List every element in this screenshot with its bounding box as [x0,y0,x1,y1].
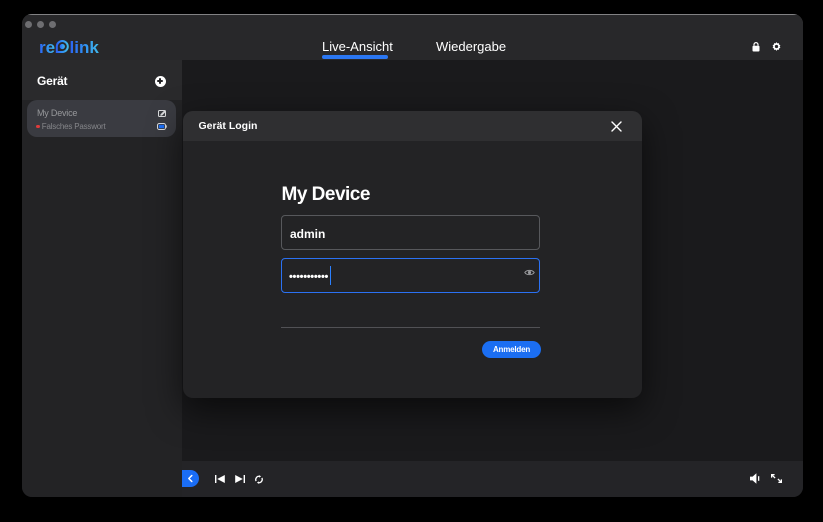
svg-text:re: re [39,38,55,56]
svg-text:link: link [70,38,100,56]
